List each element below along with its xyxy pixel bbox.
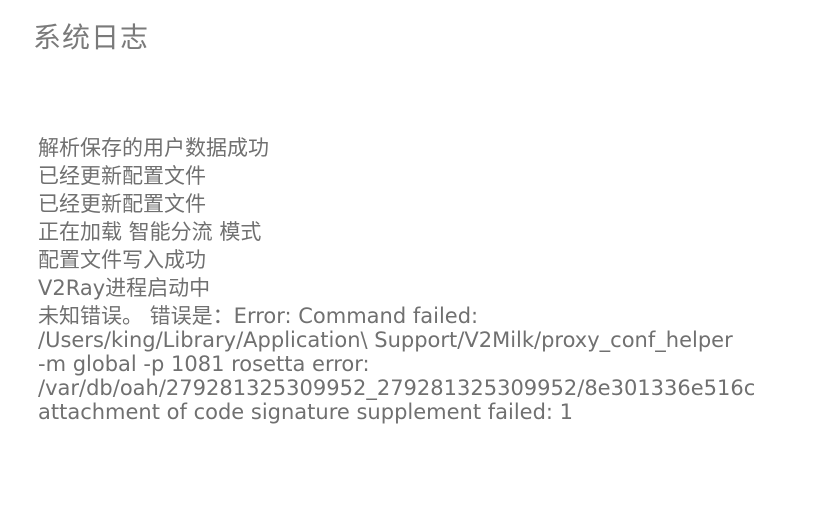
log-line: 正在加载 智能分流 模式 <box>38 220 262 244</box>
error-line: /Users/king/Library/Application\ Support… <box>38 328 733 352</box>
error-line: -m global -p 1081 rosetta error: <box>38 352 370 376</box>
error-log-entry: 未知错误。 错误是：Error: Command failed: /Users/… <box>38 304 780 424</box>
page-title: 系统日志 <box>33 21 150 54</box>
error-line: attachment of code signature supplement … <box>38 400 574 424</box>
error-line: /var/db/oah/279281325309952_279281325309… <box>38 376 756 400</box>
log-panel: 解析保存的用户数据成功 已经更新配置文件 已经更新配置文件 正在加载 智能分流 … <box>38 136 780 436</box>
log-line: V2Ray进程启动中 <box>38 276 211 300</box>
log-line: 已经更新配置文件 <box>38 164 206 188</box>
error-line: 未知错误。 错误是：Error: Command failed: <box>38 304 479 328</box>
log-line: 配置文件写入成功 <box>38 248 206 272</box>
log-line: 已经更新配置文件 <box>38 192 206 216</box>
log-line: 解析保存的用户数据成功 <box>38 136 269 160</box>
